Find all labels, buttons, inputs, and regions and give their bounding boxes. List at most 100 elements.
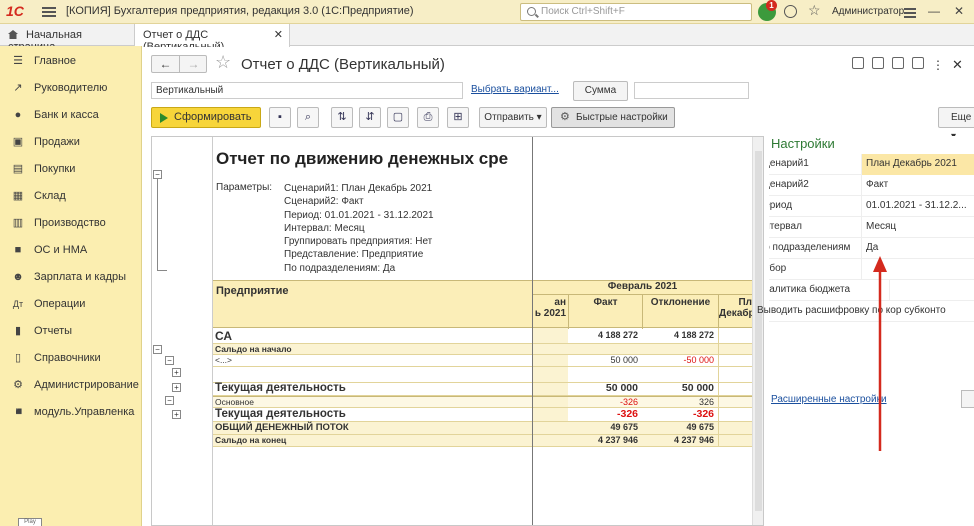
favorite-star-icon[interactable]: ☆ bbox=[215, 52, 231, 73]
table-row[interactable]: Текущая деятельность 50 000 50 000 bbox=[212, 382, 752, 396]
expand-icon[interactable]: + bbox=[172, 410, 181, 419]
settings-row[interactable]: Сценарий1 План Декабрь 2021 bbox=[769, 154, 974, 175]
report-scrollbar[interactable] bbox=[752, 137, 763, 525]
fact-cell: -326 bbox=[619, 397, 638, 407]
settings-row[interactable]: Период 01.01.2021 - 31.12.2... bbox=[769, 196, 974, 217]
minimize-icon[interactable]: — bbox=[928, 4, 940, 18]
settings-value[interactable] bbox=[889, 280, 974, 301]
fact-header: Факт bbox=[568, 295, 642, 329]
quick-settings-button[interactable]: Быстрые настройки bbox=[551, 107, 675, 128]
settings-key: Сценарий2 bbox=[769, 179, 809, 190]
plan-header: ан ь 2021 bbox=[532, 295, 568, 329]
more-button[interactable]: Еще ▾ bbox=[938, 107, 974, 142]
sidebar-item-directories[interactable]: ▯ Справочники bbox=[0, 345, 142, 371]
sidebar-item-main[interactable]: ☰ Главное bbox=[0, 48, 142, 74]
collapse-icon[interactable]: − bbox=[153, 345, 162, 354]
settings-value[interactable]: 01.01.2021 - 31.12.2... bbox=[861, 196, 974, 217]
select-variant-link[interactable]: Выбрать вариант... bbox=[471, 84, 559, 95]
bank-icon: ● bbox=[14, 109, 22, 121]
gear-icon: ⚙ bbox=[13, 379, 23, 391]
main-menu-icon[interactable] bbox=[42, 5, 56, 19]
table-row[interactable]: Текущая деятельность -326 -326 bbox=[212, 408, 752, 422]
preview-icon[interactable] bbox=[892, 57, 904, 69]
table-row[interactable]: Сальдо на начало bbox=[212, 344, 752, 355]
settings-value[interactable]: Факт bbox=[861, 175, 974, 196]
table-row[interactable]: Сальдо на конец 4 237 946 4 237 946 bbox=[212, 435, 752, 447]
row-name: ОБЩИЙ ДЕНЕЖНЫЙ ПОТОК bbox=[215, 422, 349, 433]
table-row[interactable] bbox=[212, 367, 752, 383]
settings-row[interactable]: Сценарий2 Факт bbox=[769, 175, 974, 196]
link-icon[interactable] bbox=[912, 57, 924, 69]
preview-report-icon[interactable]: ▢ bbox=[387, 107, 409, 128]
deviation-cell: 326 bbox=[698, 397, 714, 407]
expand-icon[interactable]: + bbox=[172, 368, 181, 377]
search-input[interactable]: Поиск Ctrl+Shift+F bbox=[520, 3, 752, 21]
sidebar-item-bank[interactable]: ● Банк и касса bbox=[0, 102, 142, 128]
sidebar-item-label: Главное bbox=[34, 55, 77, 67]
table-row[interactable]: СА 4 188 272 4 188 272 bbox=[212, 328, 752, 344]
favorites-icon[interactable]: ☆ bbox=[808, 2, 821, 19]
expand-icon[interactable]: + bbox=[172, 383, 181, 392]
sidebar-item-manager[interactable]: ↗ Руководителю bbox=[0, 75, 142, 101]
param-item: Сценарий1: План Декабрь 2021 bbox=[284, 183, 433, 194]
notifications-icon[interactable]: 1 bbox=[758, 0, 777, 21]
generate-button[interactable]: Сформировать bbox=[151, 107, 261, 128]
settings-key: Период bbox=[769, 200, 793, 211]
send-button[interactable]: Отправить ▾ bbox=[479, 107, 547, 128]
report-panel[interactable]: − Отчет по движению денежных сре Парамет… bbox=[151, 136, 764, 526]
main-content: ← → ☆ Отчет о ДДС (Вертикальный) ⋮ ✕ Верт… bbox=[143, 47, 974, 526]
collapse-icon[interactable]: − bbox=[165, 396, 174, 405]
table-row[interactable]: Основное -326 326 bbox=[212, 396, 752, 408]
settings-title: Настройки bbox=[771, 136, 835, 151]
sidebar-item-operations[interactable]: Дт Операции bbox=[0, 291, 142, 317]
sidebar-item-module[interactable]: ◾ модуль.Управленка bbox=[0, 399, 142, 425]
table-row[interactable]: <...> 50 000 -50 000 bbox=[212, 355, 752, 367]
forward-icon[interactable]: → bbox=[180, 57, 207, 71]
sidebar-item-production[interactable]: ▥ Производство bbox=[0, 210, 142, 236]
tab-home[interactable]: Начальная страница bbox=[0, 24, 132, 53]
more-label: Еще bbox=[951, 112, 972, 123]
sidebar-item-salary[interactable]: ☻ Зарплата и кадры bbox=[0, 264, 142, 290]
sidebar-item-reports[interactable]: ▮ Отчеты bbox=[0, 318, 142, 344]
collapse-icon[interactable]: − bbox=[153, 170, 162, 179]
save-icon[interactable] bbox=[852, 57, 864, 69]
row-name: Сальдо на конец bbox=[215, 435, 287, 445]
sidebar-item-assets[interactable]: ■ ОС и НМА bbox=[0, 237, 142, 263]
print-icon[interactable] bbox=[872, 57, 884, 69]
variant-field[interactable]: Вертикальный bbox=[151, 82, 463, 99]
user-name[interactable]: Администратор bbox=[832, 6, 904, 17]
settings-value[interactable]: План Декабрь 2021 bbox=[861, 154, 974, 175]
settings-menu-icon[interactable] bbox=[904, 6, 916, 18]
history-icon[interactable] bbox=[784, 5, 797, 18]
print-report-icon[interactable]: ⎙ bbox=[417, 107, 439, 128]
row-name: Основное bbox=[215, 397, 254, 407]
settings-row[interactable]: Интервал Месяц bbox=[769, 217, 974, 238]
report-sheet: − Отчет по движению денежных сре Парамет… bbox=[152, 137, 755, 525]
menu-icon: ☰ bbox=[13, 55, 23, 67]
tab-report[interactable]: Отчет о ДДС (Вертикальный) ✕ bbox=[134, 24, 290, 53]
save-report-icon[interactable]: ▪ bbox=[269, 107, 291, 128]
search-placeholder: Поиск Ctrl+Shift+F bbox=[541, 6, 625, 17]
more-icon[interactable]: ⋮ bbox=[932, 59, 944, 72]
sort-desc-icon[interactable]: ⇵ bbox=[359, 107, 381, 128]
nav-buttons: ← → bbox=[151, 55, 207, 73]
expand-icon[interactable]: ⊞ bbox=[447, 107, 469, 128]
sidebar-item-label: Руководителю bbox=[34, 82, 108, 94]
sidebar-item-purchases[interactable]: ▤ Покупки bbox=[0, 156, 142, 182]
close-tab-icon[interactable]: ✕ bbox=[274, 28, 283, 41]
close-form-icon[interactable]: ✕ bbox=[952, 58, 964, 72]
sidebar-item-warehouse[interactable]: ▦ Склад bbox=[0, 183, 142, 209]
sidebar-item-admin[interactable]: ⚙ Администрирование bbox=[0, 372, 142, 398]
sidebar-item-sales[interactable]: ▣ Продажи bbox=[0, 129, 142, 155]
back-icon[interactable]: ← bbox=[152, 57, 179, 71]
sum-field[interactable] bbox=[634, 82, 749, 99]
find-icon[interactable]: ⌕ bbox=[297, 107, 319, 128]
table-row[interactable]: ОБЩИЙ ДЕНЕЖНЫЙ ПОТОК 49 675 49 675 bbox=[212, 422, 752, 435]
deviation-cell: -50 000 bbox=[683, 355, 714, 365]
sum-button[interactable]: Сумма bbox=[573, 81, 628, 101]
close-window-icon[interactable]: ✕ bbox=[954, 4, 964, 18]
settings-value[interactable]: Месяц bbox=[861, 217, 974, 238]
collapse-icon[interactable]: − bbox=[165, 356, 174, 365]
settings-action-button[interactable] bbox=[961, 390, 974, 408]
sort-icon[interactable]: ⇅ bbox=[331, 107, 353, 128]
